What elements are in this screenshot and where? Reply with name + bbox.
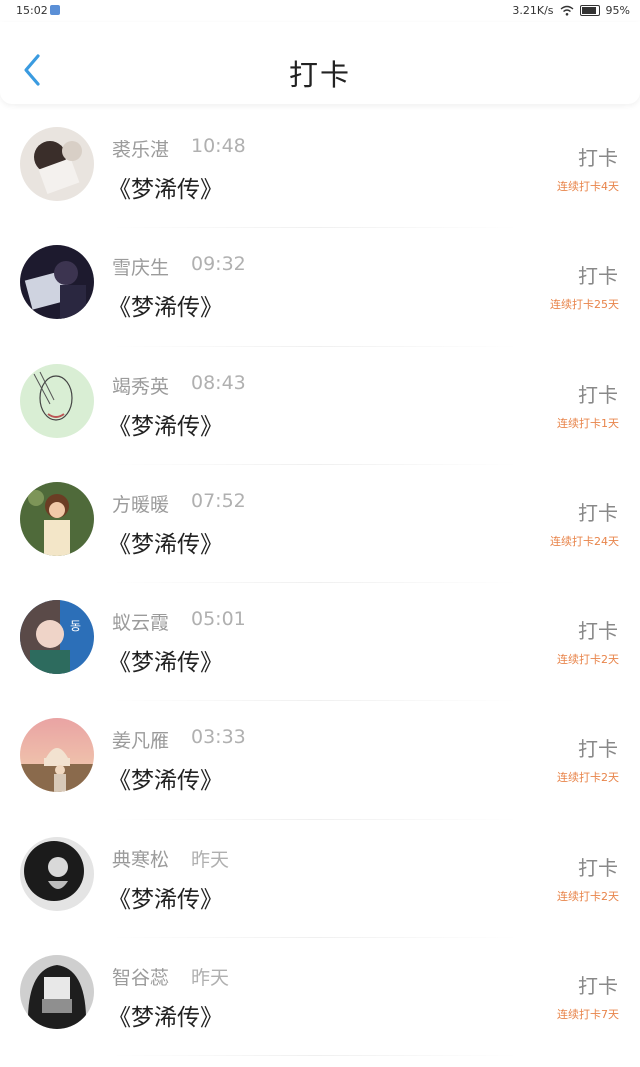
list-item[interactable]: 方暖暖 07:52 《梦浠传》 打卡 连续打卡24天	[0, 465, 640, 584]
post-time: 08:43	[191, 371, 246, 394]
book-title[interactable]: 《梦浠传》	[108, 170, 223, 204]
user-name: 姜凡雁	[112, 730, 170, 753]
post-time: 10:48	[191, 135, 246, 157]
book-title[interactable]: 《梦浠传》	[108, 288, 223, 322]
streak-label: 连续打卡25天	[550, 298, 619, 312]
book-title[interactable]: 《梦浠传》	[108, 761, 223, 795]
battery-level: 95%	[605, 4, 630, 17]
post-time: 09:32	[191, 253, 246, 276]
user-name: 智谷蕊	[112, 967, 170, 990]
avatar[interactable]	[20, 836, 94, 911]
user-name: 典寒松	[112, 848, 170, 871]
avatar[interactable]	[20, 127, 94, 201]
avatar[interactable]	[20, 245, 94, 320]
book-title[interactable]: 《梦浠传》	[108, 880, 223, 914]
user-name: 方暖暖	[112, 493, 170, 516]
avatar[interactable]	[20, 363, 94, 438]
app-notification-icon	[50, 5, 60, 15]
svg-text:동: 동	[70, 619, 81, 633]
book-title[interactable]: 《梦浠传》	[108, 525, 223, 559]
post-time: 05:01	[191, 608, 246, 631]
post-time: 03:33	[191, 726, 246, 749]
wifi-icon	[560, 5, 573, 16]
list-item[interactable]: 智谷蕊 昨天 《梦浠传》 打卡 连续打卡7天	[0, 938, 640, 1057]
checkin-button[interactable]: 打卡	[578, 260, 618, 289]
avatar[interactable]	[20, 955, 94, 1030]
user-name: 蚁云霞	[112, 612, 170, 635]
checkin-button[interactable]: 打卡	[578, 379, 618, 408]
user-name: 竭秀英	[112, 375, 170, 398]
avatar[interactable]	[20, 718, 94, 793]
checkin-page: 15:02 3.21K/s 95% 打卡 裘乐湛 10:48 《梦浠传》 打卡 …	[0, 0, 640, 1067]
streak-label: 连续打卡2天	[557, 771, 619, 785]
divider	[110, 1055, 520, 1057]
list-item[interactable]: 동 蚁云霞 05:01 《梦浠传》 打卡 连续打卡2天	[0, 583, 640, 702]
list-item[interactable]: 雪庆生 09:32 《梦浠传》 打卡 连续打卡25天	[0, 228, 640, 347]
checkin-button[interactable]: 打卡	[578, 970, 618, 999]
battery-icon	[579, 5, 600, 16]
book-title[interactable]: 《梦浠传》	[108, 407, 223, 441]
status-bar: 15:02 3.21K/s 95%	[0, 0, 640, 22]
list-item[interactable]: 竭秀英 08:43 《梦浠传》 打卡 连续打卡1天	[0, 347, 640, 465]
list-item[interactable]: 裘乐湛 10:48 《梦浠传》 打卡 连续打卡4天	[0, 110, 640, 229]
network-speed: 3.21K/s	[512, 4, 554, 17]
streak-label: 连续打卡4天	[557, 180, 619, 193]
status-indicators: 3.21K/s 95%	[512, 4, 630, 17]
checkin-button[interactable]: 打卡	[578, 733, 618, 762]
list-item[interactable]: 姜凡雁 03:33 《梦浠传》 打卡 连续打卡2天	[0, 701, 640, 820]
checkin-button[interactable]: 打卡	[578, 852, 618, 881]
page-title: 打卡	[288, 58, 351, 92]
user-name: 裘乐湛	[112, 139, 170, 161]
user-name: 雪庆生	[112, 257, 170, 280]
checkin-button[interactable]: 打卡	[578, 615, 618, 644]
checkin-button[interactable]: 打卡	[578, 497, 618, 526]
avatar[interactable]	[20, 481, 94, 556]
streak-label: 连续打卡2天	[557, 889, 619, 903]
streak-label: 连续打卡7天	[557, 1008, 619, 1022]
book-title[interactable]: 《梦浠传》	[108, 643, 223, 677]
list-item[interactable]: 典寒松 昨天 《梦浠传》 打卡 连续打卡2天	[0, 820, 640, 939]
status-time: 15:02	[16, 4, 48, 17]
streak-label: 连续打卡2天	[557, 653, 619, 667]
book-title[interactable]: 《梦浠传》	[108, 998, 223, 1032]
post-time: 昨天	[191, 848, 230, 871]
post-time: 昨天	[191, 967, 230, 990]
avatar[interactable]: 동	[20, 600, 94, 675]
header-bar: 打卡	[0, 22, 640, 104]
streak-label: 连续打卡24天	[550, 534, 619, 548]
checkin-list: 裘乐湛 10:48 《梦浠传》 打卡 连续打卡4天 雪庆生 09:32 《梦浠传…	[0, 110, 640, 1057]
checkin-button[interactable]: 打卡	[578, 142, 618, 171]
post-time: 07:52	[191, 489, 246, 512]
streak-label: 连续打卡1天	[557, 416, 619, 430]
